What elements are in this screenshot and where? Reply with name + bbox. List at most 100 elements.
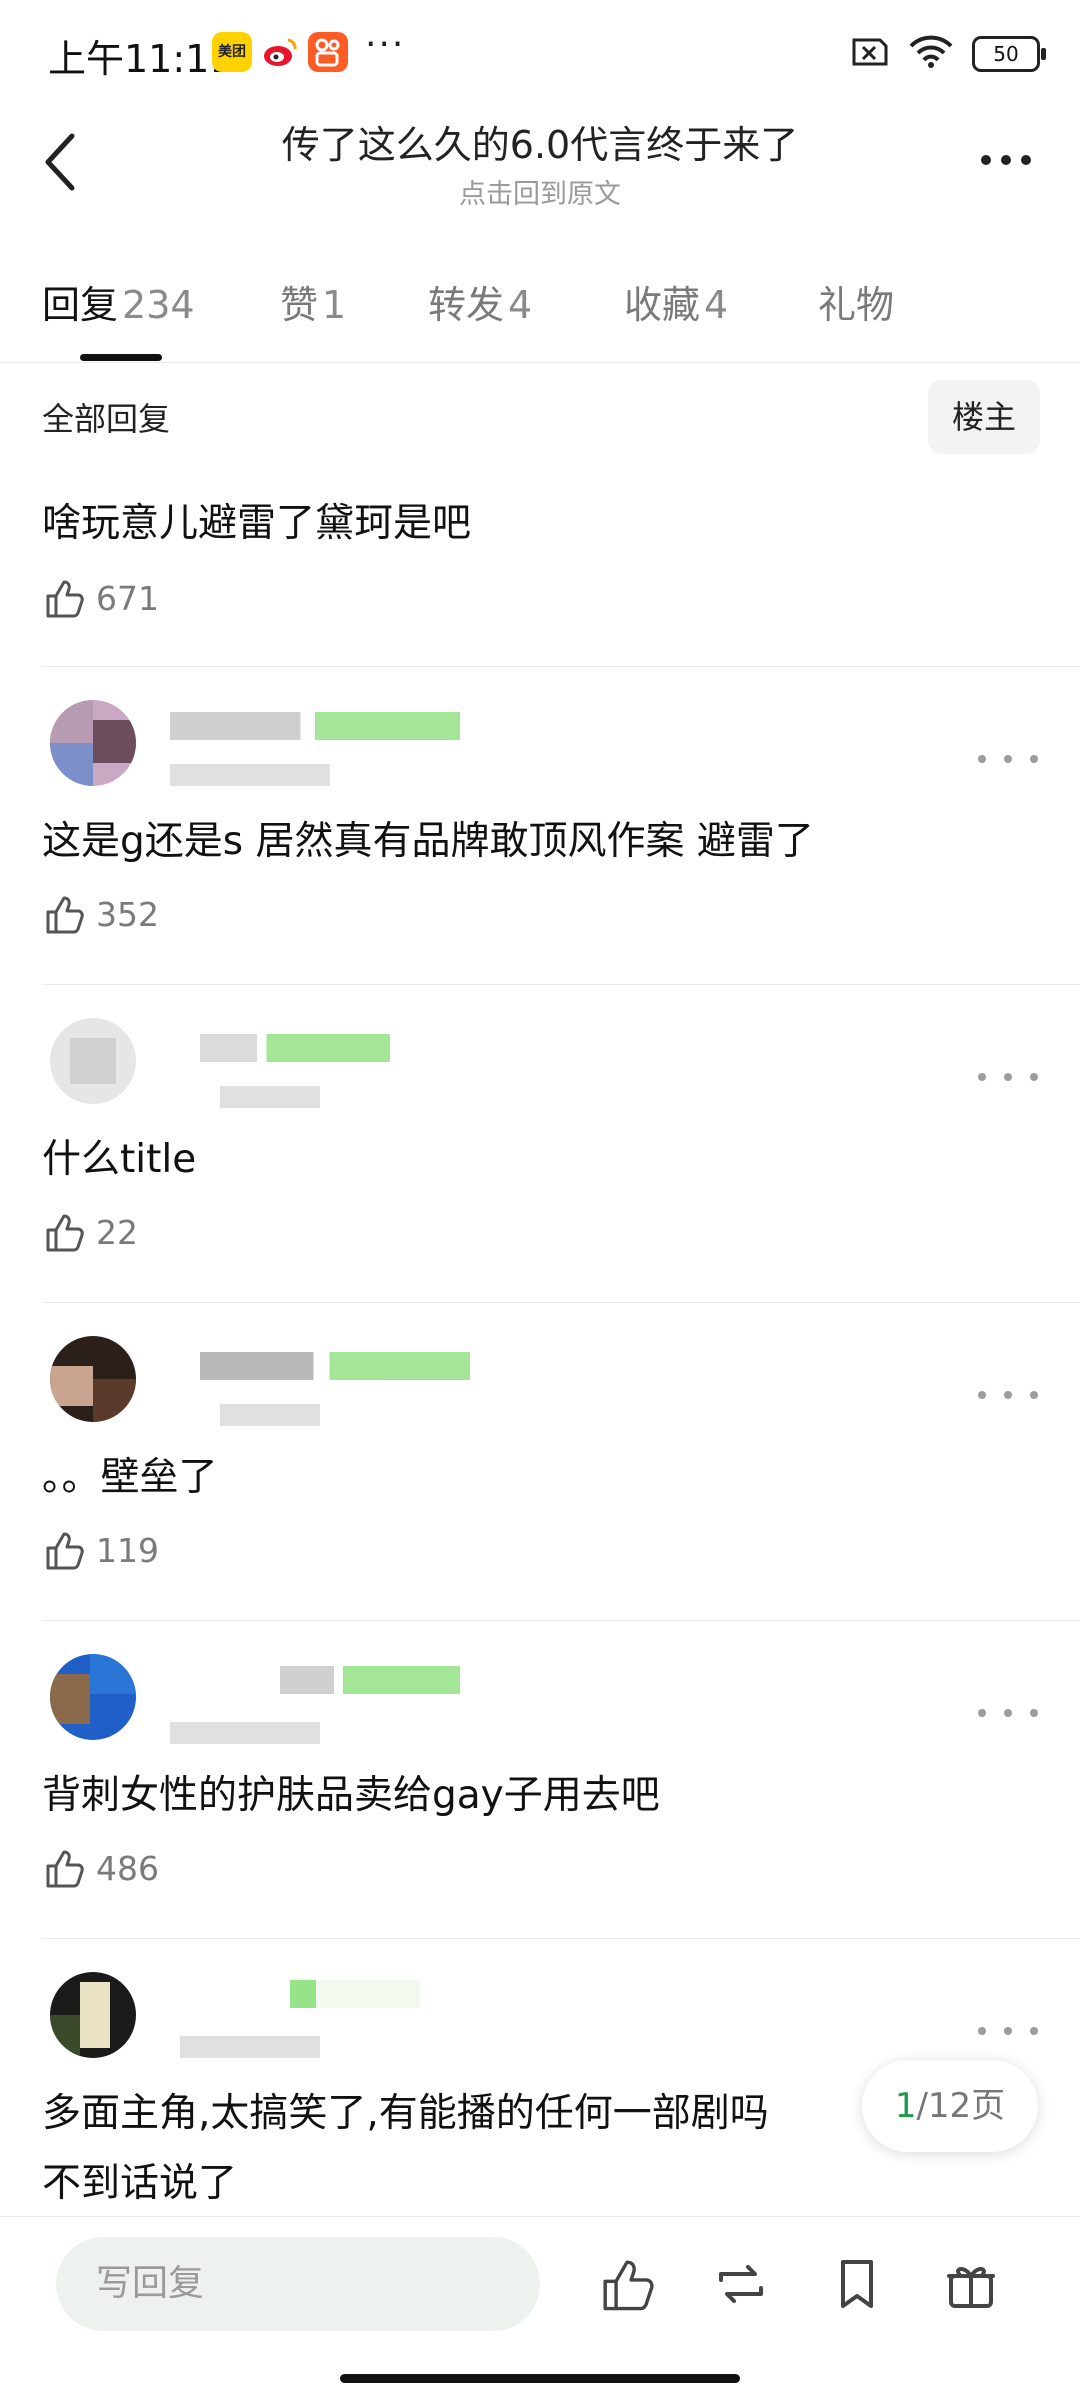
like-count: 22 [96, 1212, 138, 1252]
gift-icon [947, 2267, 995, 2308]
comment-more-button[interactable] [978, 744, 1038, 774]
thumb-up-icon [46, 1532, 84, 1570]
thread-header: 传了这么久的6.0代言终于来了 点击回到原文 [0, 100, 1080, 220]
tab-likes[interactable]: 赞1 [280, 274, 346, 329]
divider [42, 666, 1080, 667]
meituan-app-icon: 美团 [212, 32, 252, 72]
like-button[interactable]: 22 [42, 1210, 138, 1254]
thumb-up-icon [46, 580, 84, 618]
status-bar: 上午11:11 美团 ··· 50 [0, 0, 1080, 100]
comment-item[interactable]: 啥玩意儿避雷了黛珂是吧 671 [0, 468, 1080, 668]
total-pages: /12页 [916, 2086, 1006, 2126]
filter-row: 全部回复 楼主 [0, 368, 1080, 468]
thumb-up-icon [46, 896, 84, 934]
tab-label: 收藏 [624, 283, 701, 327]
avatar[interactable] [50, 1972, 136, 2058]
op-only-button[interactable]: 楼主 [928, 380, 1040, 454]
comment-item[interactable]: 背刺女性的护肤品卖给gay子用去吧 486 [0, 1622, 1080, 1940]
tab-count: 4 [508, 283, 533, 327]
dot-icon [981, 155, 991, 165]
comment-text: 啥玩意儿避雷了黛珂是吧 [42, 501, 472, 546]
gift-button[interactable] [936, 2249, 1006, 2319]
username-blurred[interactable] [280, 1666, 460, 1694]
dot-icon [1021, 155, 1031, 165]
like-count: 119 [96, 1530, 159, 1570]
user-meta-blurred [170, 1722, 320, 1744]
comment-more-button[interactable] [978, 1062, 1038, 1092]
status-right-group: 50 [850, 32, 1046, 76]
tab-replies[interactable]: 回复 234 [42, 274, 195, 329]
tab-label: 赞 [280, 283, 319, 327]
comment-item[interactable]: 这是g还是s 居然真有品牌敢顶风作案 避雷了 352 [0, 668, 1080, 986]
divider [42, 1620, 1080, 1621]
user-meta-blurred [220, 1404, 320, 1426]
all-replies-label[interactable]: 全部回复 [42, 394, 170, 440]
comment-more-button[interactable] [978, 1380, 1038, 1410]
username-blurred[interactable] [170, 712, 460, 740]
current-page: 1 [894, 2086, 917, 2126]
avatar[interactable] [50, 1336, 136, 1422]
tab-label: 回复 [42, 283, 119, 327]
like-button[interactable]: 119 [42, 1528, 159, 1572]
repost-icon [719, 2265, 763, 2303]
comment-text: 多面主角,太搞笑了,有能播的任何一部剧吗 [42, 2091, 769, 2136]
user-meta-blurred [220, 1086, 320, 1108]
like-button[interactable]: 352 [42, 892, 159, 936]
comment-more-button[interactable] [978, 1698, 1038, 1728]
username-blurred[interactable] [200, 1034, 390, 1062]
like-post-button[interactable] [592, 2249, 662, 2319]
page-title[interactable]: 传了这么久的6.0代言终于来了 [0, 114, 1080, 169]
weibo-icon [260, 32, 300, 72]
username-blurred[interactable] [290, 1980, 420, 2008]
thumb-up-icon [603, 2260, 654, 2311]
more-options-button[interactable] [966, 130, 1046, 190]
comment-text: 背刺女性的护肤品卖给gay子用去吧 [42, 1773, 660, 1818]
comment-text: 什么title [42, 1137, 197, 1182]
tab-count: 4 [704, 283, 729, 327]
comment-item[interactable]: 什么title 22 [0, 986, 1080, 1304]
comment-text: 这是g还是s 居然真有品牌敢顶风作案 避雷了 [42, 819, 814, 864]
bookmark-icon [841, 2260, 873, 2308]
comment-more-button[interactable] [978, 2016, 1038, 2046]
reply-input[interactable]: 写回复 [56, 2237, 540, 2331]
back-to-post-link[interactable]: 点击回到原文 [0, 172, 1080, 211]
wifi-icon [908, 35, 954, 73]
user-meta-blurred [170, 764, 330, 786]
dot-icon [1001, 155, 1011, 165]
tab-gifts[interactable]: 礼物 [818, 274, 894, 329]
tab-favorites[interactable]: 收藏 4 [624, 274, 728, 329]
comment-text-line2: 不到话说了 [42, 2161, 238, 2206]
thumb-up-icon [46, 1214, 84, 1252]
repost-button[interactable] [706, 2249, 776, 2319]
like-count: 671 [96, 578, 159, 618]
tab-reposts[interactable]: 转发 4 [428, 274, 532, 329]
like-count: 486 [96, 1848, 159, 1888]
avatar[interactable] [50, 1654, 136, 1740]
tab-bar: 回复 234 赞1 转发 4 收藏 4 礼物 [0, 250, 1080, 363]
thumb-up-icon [46, 1850, 84, 1888]
favorite-button[interactable] [822, 2249, 892, 2319]
like-button[interactable]: 486 [42, 1846, 159, 1890]
divider [42, 1302, 1080, 1303]
tab-label: 礼物 [818, 283, 895, 327]
home-indicator[interactable] [340, 2374, 740, 2383]
avatar[interactable] [50, 1018, 136, 1104]
user-meta-blurred [180, 2036, 320, 2058]
page-indicator[interactable]: 1/12页 [862, 2060, 1038, 2152]
divider [42, 984, 1080, 985]
comment-text: 。。壁垒了 [42, 1455, 218, 1500]
tab-count: 234 [122, 283, 195, 327]
active-tab-indicator [80, 354, 162, 361]
status-time: 上午11:11 [48, 37, 234, 81]
tab-count: 1 [322, 283, 347, 327]
avatar[interactable] [50, 700, 136, 786]
kuaishou-icon [308, 32, 348, 72]
divider [42, 1938, 1080, 1939]
no-sim-icon [850, 36, 890, 72]
like-button[interactable]: 671 [42, 576, 159, 620]
comment-item[interactable]: 。。壁垒了 119 [0, 1304, 1080, 1622]
tab-label: 转发 [428, 283, 505, 327]
status-more-icon: ··· [365, 24, 406, 65]
battery-icon: 50 [972, 36, 1046, 72]
username-blurred[interactable] [200, 1352, 470, 1380]
